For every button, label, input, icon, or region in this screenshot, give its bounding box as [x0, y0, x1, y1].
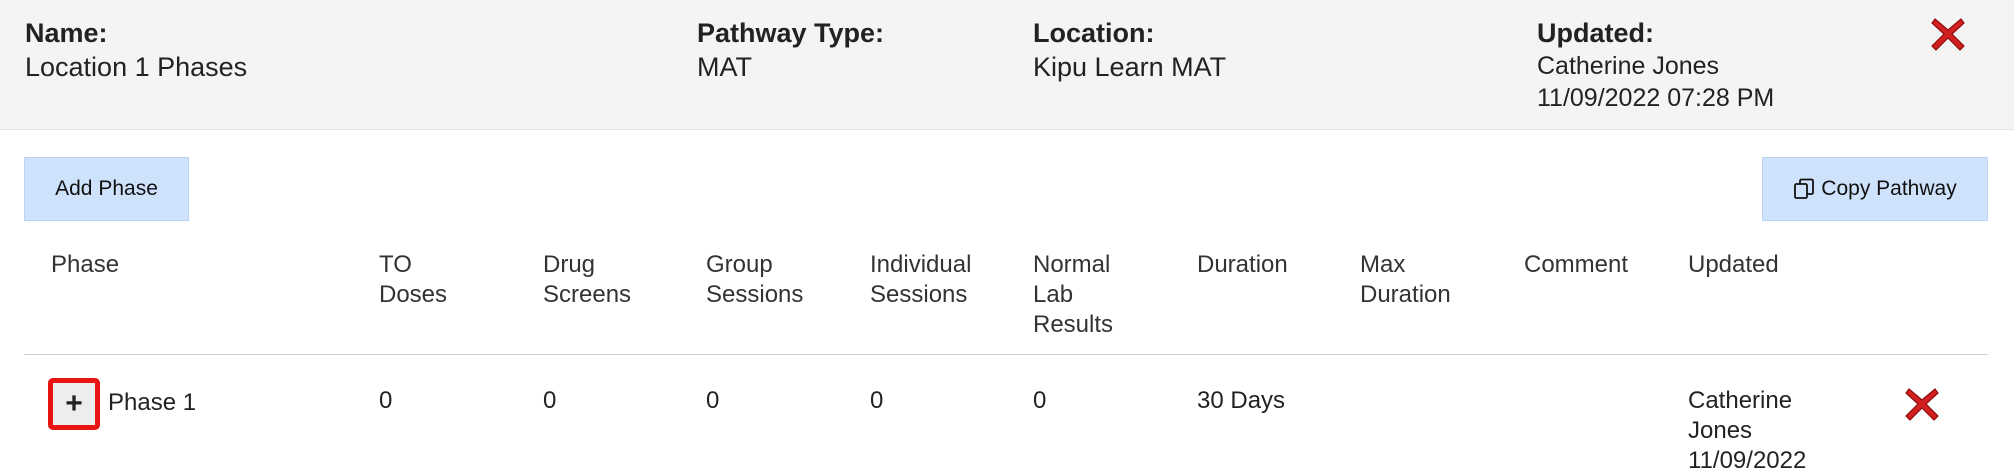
plus-icon: + [65, 387, 83, 420]
col-header-text: Updated [1688, 251, 1779, 278]
col-header-comment: Comment [1524, 250, 1628, 280]
pathway-header: Name: Location 1 Phases Pathway Type: MA… [0, 0, 2014, 130]
name-label: Name: [25, 18, 108, 48]
name-value: Location 1 Phases [25, 52, 248, 82]
col-header-text: Doses [379, 281, 448, 308]
copy-pathway-button[interactable]: Copy Pathway [1762, 157, 1988, 221]
row-updated-line: Jones [1688, 417, 1753, 444]
add-phase-label: Add Phase [55, 177, 158, 200]
col-header-duration: Duration [1197, 250, 1288, 280]
col-header-text: Comment [1524, 251, 1629, 278]
col-header-text: Sessions [870, 281, 968, 308]
normal-lab-results-value: 0 [1033, 387, 1047, 414]
col-header-text: Duration [1197, 251, 1288, 278]
col-header-text: Results [1033, 311, 1114, 338]
col-header-max-duration: Max Duration [1360, 250, 1451, 310]
col-header-text: Group [706, 251, 773, 278]
col-header-text: Drug [543, 251, 596, 278]
copy-icon [1793, 178, 1815, 200]
col-header-text: Lab [1033, 281, 1074, 308]
updated-label: Updated: [1537, 18, 1654, 48]
col-header-text: Duration [1360, 281, 1451, 308]
col-header-text: Sessions [706, 281, 804, 308]
phase-name: Phase 1 [108, 389, 197, 416]
to-doses-value: 0 [379, 387, 393, 414]
duration-value: 30 Days [1197, 387, 1286, 414]
close-icon[interactable] [1928, 14, 1968, 54]
col-header-to-doses: TO Doses [379, 250, 447, 310]
col-header-updated: Updated [1688, 250, 1779, 280]
col-header-normal-lab-results: Normal Lab Results [1033, 250, 1113, 340]
copy-pathway-label: Copy Pathway [1821, 177, 1957, 200]
updated-by: Catherine Jones [1537, 52, 1720, 80]
row-updated-line: Catherine [1688, 387, 1793, 414]
pathway-type-field: Pathway Type: MAT [697, 16, 884, 84]
location-label: Location: [1033, 18, 1155, 48]
location-field: Location: Kipu Learn MAT [1033, 16, 1226, 84]
drug-screens-value: 0 [543, 387, 557, 414]
col-header-text: TO [379, 251, 412, 278]
updated-at: 11/09/2022 07:28 PM [1537, 84, 1775, 112]
pathway-type-label: Pathway Type: [697, 18, 885, 48]
col-header-group-sessions: Group Sessions [706, 250, 803, 310]
delete-phase-icon[interactable] [1902, 384, 1942, 424]
col-header-text: Individual [870, 251, 972, 278]
individual-sessions-value: 0 [870, 387, 884, 414]
col-header-drug-screens: Drug Screens [543, 250, 631, 310]
col-header-phase: Phase [51, 250, 119, 280]
col-header-text: Phase [51, 251, 120, 278]
name-field: Name: Location 1 Phases [25, 16, 247, 84]
col-header-text: Screens [543, 281, 632, 308]
col-header-individual-sessions: Individual Sessions [870, 250, 971, 310]
col-header-text: Normal [1033, 251, 1111, 278]
header-divider [24, 354, 1988, 355]
updated-field: Updated: Catherine Jones 11/09/2022 07:2… [1537, 16, 1774, 114]
col-header-text: Max [1360, 251, 1406, 278]
location-value: Kipu Learn MAT [1033, 52, 1227, 82]
add-phase-button[interactable]: Add Phase [24, 157, 189, 221]
row-updated: Catherine Jones 11/09/2022 [1688, 386, 1806, 476]
pathway-type-value: MAT [697, 52, 752, 82]
expand-phase-button[interactable]: + [48, 378, 100, 430]
group-sessions-value: 0 [706, 387, 720, 414]
